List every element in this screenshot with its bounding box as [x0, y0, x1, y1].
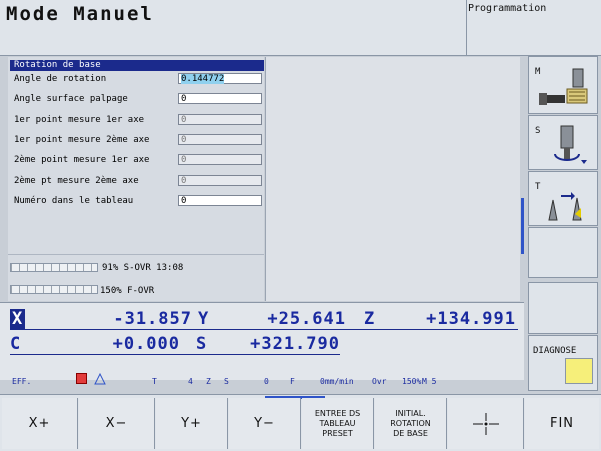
softkey-diagnose[interactable]: DIAGNOSE: [528, 335, 598, 391]
axis-x-value: -31.857: [113, 309, 192, 329]
probe-icon: [94, 372, 106, 385]
softkey-x-minus[interactable]: X−: [79, 398, 155, 449]
softkey-x-plus[interactable]: X+: [2, 398, 78, 449]
axis-z-value: +134.991: [426, 309, 516, 329]
dialog-title: Rotation de base: [10, 60, 264, 71]
p1-axis2-input: 0: [178, 134, 262, 145]
row2-underline: [10, 354, 340, 355]
t-label: T: [535, 182, 541, 192]
f-value: 0mm/min: [320, 377, 354, 386]
softkey-empty-1[interactable]: [528, 227, 598, 278]
programming-label: Programmation: [468, 3, 547, 14]
stop-icon: [76, 373, 87, 384]
softkey-fin[interactable]: FIN: [525, 398, 599, 449]
spindle-s-icon: [554, 125, 587, 164]
field-label-p1-axis1: 1er point mesure 1er axe: [14, 115, 145, 125]
f-ovr-bar: [10, 285, 98, 294]
m-value: M 5: [422, 377, 437, 386]
s-ovr-text: 91% S-OVR 13:08: [102, 263, 184, 273]
axis-y-value: +25.641: [267, 309, 346, 329]
graphics-area: [265, 57, 520, 301]
table-number-input[interactable]: 0: [178, 195, 262, 206]
axis-z-label[interactable]: Z: [364, 309, 375, 329]
softkey-preset-table[interactable]: ENTREE DS TABLEAU PRESET: [302, 398, 374, 449]
s-label: S: [535, 126, 541, 136]
field-label-angle-surface: Angle surface palpage: [14, 94, 128, 104]
row1-underline: [10, 329, 518, 330]
axis-c-value: +0.000: [112, 334, 180, 354]
axis-y-label[interactable]: Y: [198, 309, 209, 329]
softkey-t-function[interactable]: T: [528, 171, 598, 226]
tool-change-icon: [548, 192, 582, 221]
t-label-small: T: [152, 377, 157, 386]
ovr-value: 150%: [402, 377, 422, 386]
softkey-m-function[interactable]: M: [528, 56, 598, 114]
softkey-y-plus[interactable]: Y+: [156, 398, 228, 449]
s-value-small: 0: [264, 377, 269, 386]
mode-title: Mode Manuel: [6, 3, 154, 25]
field-label-p2-axis2: 2ème pt mesure 2ème axe: [14, 176, 139, 186]
field-label-table-number: Numéro dans le tableau: [14, 196, 134, 206]
angle-rotation-input[interactable]: 0.144772: [178, 73, 262, 84]
diagnose-icon: [565, 358, 593, 384]
axis-s-label[interactable]: S: [196, 334, 207, 354]
angle-surface-input[interactable]: 0: [178, 93, 262, 104]
s-label-small: S: [224, 377, 229, 386]
axis-s-value: +321.790: [250, 334, 340, 354]
crosshair-icon: [472, 412, 499, 435]
softkey-s-function[interactable]: S: [528, 115, 598, 170]
eff-label: EFF.: [12, 377, 32, 386]
softkey-y-minus[interactable]: Y−: [229, 398, 301, 449]
p2-axis2-input: 0: [178, 175, 262, 186]
axis-c-label[interactable]: C: [10, 334, 21, 354]
axis-x-label[interactable]: X: [10, 309, 26, 329]
field-label-p2-axis1: 2ème point mesure 1er axe: [14, 155, 150, 165]
ovr-label: Ovr: [372, 377, 387, 386]
softkey-crosshair[interactable]: [448, 398, 524, 449]
t-value: 4: [188, 377, 193, 386]
active-indicator: [521, 198, 524, 254]
f-label-small: F: [290, 377, 295, 386]
z-label-small: Z: [206, 377, 211, 386]
softkey-empty-2[interactable]: [528, 282, 598, 334]
s-ovr-bar: [10, 263, 98, 272]
angle-rotation-value: 0.144772: [181, 74, 225, 84]
field-label-angle-rotation: Angle de rotation: [14, 74, 107, 84]
f-ovr-text: 150% F-OVR: [100, 286, 155, 296]
softkey-init-rotation[interactable]: INITIAL. ROTATION DE BASE: [375, 398, 447, 449]
spindle-m-icon: [539, 68, 588, 105]
diagnose-label: DIAGNOSE: [533, 346, 577, 356]
p1-axis1-input: 0: [178, 114, 262, 125]
p2-axis1-input: 0: [178, 154, 262, 165]
field-label-p1-axis2: 1er point mesure 2ème axe: [14, 135, 150, 145]
